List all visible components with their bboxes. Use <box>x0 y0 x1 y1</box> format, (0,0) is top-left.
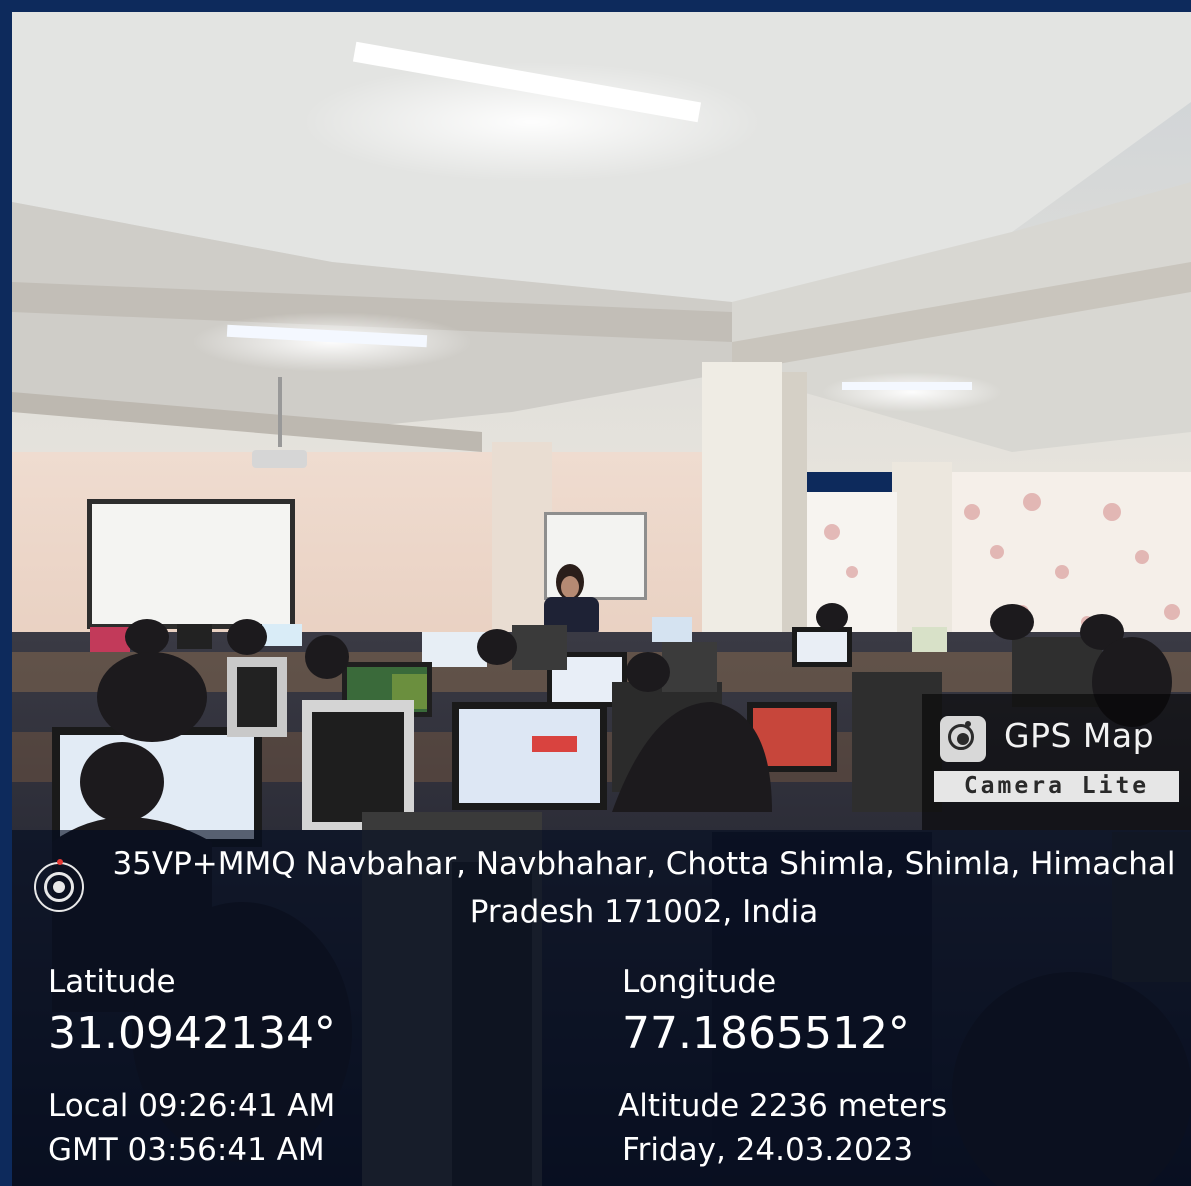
watermark-title: GPS Map <box>1004 716 1155 755</box>
watermark-badge: GPS Map Camera Lite <box>922 694 1191 830</box>
gmt-time: GMT 03:56:41 AM <box>48 1132 325 1168</box>
local-time: Local 09:26:41 AM <box>48 1088 336 1124</box>
longitude-label: Longitude <box>622 964 777 1000</box>
altitude-text: Altitude 2236 meters <box>618 1088 948 1124</box>
date-text: Friday, 24.03.2023 <box>622 1132 914 1168</box>
location-info-panel: 35VP+MMQ Navbahar, Navbhahar, Chotta Shi… <box>12 830 1191 1186</box>
latitude-value: 31.0942134° <box>48 1008 336 1059</box>
camera-lens-icon <box>940 716 986 762</box>
location-lens-icon <box>34 859 84 912</box>
address-text: 35VP+MMQ Navbahar, Navbhahar, Chotta Shi… <box>112 846 1176 930</box>
longitude-value: 77.1865512° <box>622 1008 910 1059</box>
watermark-subtitle: Camera Lite <box>934 771 1179 802</box>
latitude-label: Latitude <box>48 964 176 1000</box>
